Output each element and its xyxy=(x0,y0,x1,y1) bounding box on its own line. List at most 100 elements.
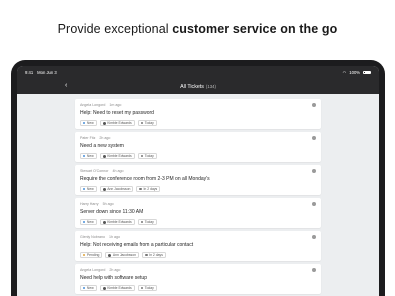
assignee-label: Kimble Edwards xyxy=(107,121,132,125)
ticket-subject: Need help with software setup xyxy=(80,275,147,281)
status-dot-icon xyxy=(83,187,86,191)
clock-icon xyxy=(140,121,144,125)
promo-text-prefix: Provide exceptional xyxy=(57,22,173,36)
battery-icon xyxy=(363,70,371,75)
status-tag: Pending xyxy=(80,252,103,258)
due-tag: Today xyxy=(137,153,157,159)
status-date: Mon Jun 3 xyxy=(37,70,57,75)
status-label: New xyxy=(86,121,94,125)
ticket-time: 1m ago xyxy=(109,103,122,107)
ticket-card[interactable]: Angela Longord 1m ago Help: Need to reset… xyxy=(75,99,321,129)
due-label: Today xyxy=(144,154,154,158)
ticket-card[interactable]: Stewart O'Connor 4h ago Require the confe… xyxy=(75,165,321,195)
ticket-card[interactable]: Harry Harry 5h ago Server down since 11:3… xyxy=(75,198,321,228)
status-dot-icon xyxy=(83,220,86,224)
assignee-label: Ann Jacobsson xyxy=(107,187,131,191)
status-label: Pending xyxy=(86,253,100,257)
status-tag: New xyxy=(80,153,97,159)
tablet-screen: 9:41 Mon Jun 3 ◠ 100% ‹ All Tickets (134… xyxy=(17,66,379,296)
clock-icon xyxy=(140,154,144,158)
ticket-time: 2h ago xyxy=(109,268,121,272)
clock-icon xyxy=(140,286,144,290)
ticket-requester: Angela Longord xyxy=(80,268,106,272)
assignee-tag: Ann Jacobsson xyxy=(99,186,134,192)
ticket-subject: Need a new system xyxy=(80,143,124,149)
clock-icon xyxy=(145,253,148,257)
ticket-subject: Require the conference room from 2-3 PM … xyxy=(80,176,210,182)
ticket-unread-dot xyxy=(312,235,316,239)
assignee-tag: Ann Jacobsson xyxy=(105,252,140,258)
clock-icon xyxy=(140,220,144,224)
ticket-time: 5h ago xyxy=(102,202,114,206)
ticket-requester: Glenly Nobrano xyxy=(80,235,105,239)
ticket-time: 4h ago xyxy=(112,169,124,173)
ticket-unread-dot xyxy=(312,169,316,173)
status-dot-icon xyxy=(83,154,86,158)
ticket-unread-dot xyxy=(312,268,316,272)
clock-icon xyxy=(139,187,142,191)
promo-text-bold: customer service on the go xyxy=(172,22,338,36)
assignee-label: Ann Jacobsson xyxy=(112,253,137,257)
due-label: Today xyxy=(144,220,154,224)
nav-title: All Tickets xyxy=(180,83,204,90)
assignee-tag: Kimble Edwards xyxy=(99,219,135,225)
status-tag: New xyxy=(80,120,97,126)
status-time: 9:41 xyxy=(25,70,34,75)
status-tag: New xyxy=(80,186,97,192)
assignee-tag: Kimble Edwards xyxy=(99,120,135,126)
ticket-subject: Help: Need to reset my password xyxy=(80,110,154,116)
nav-bar: ‹ All Tickets (134) xyxy=(17,79,379,94)
due-tag: Today xyxy=(137,219,157,225)
ticket-subject: Server down since 11:30 AM xyxy=(80,209,144,215)
status-label: New xyxy=(86,187,94,191)
ticket-requester: Harry Harry xyxy=(80,202,99,206)
due-label: Today xyxy=(144,286,154,290)
due-tag: In 2 days xyxy=(142,252,166,258)
ticket-count: (134) xyxy=(205,84,216,89)
avatar-icon xyxy=(102,121,106,125)
assignee-tag: Kimble Edwards xyxy=(99,153,135,159)
ticket-time: 2h ago xyxy=(99,136,111,140)
status-label: New xyxy=(86,154,94,158)
ticket-unread-dot xyxy=(312,136,316,140)
status-dot-icon xyxy=(83,121,86,125)
status-label: New xyxy=(86,286,94,290)
assignee-label: Kimble Edwards xyxy=(107,286,132,290)
ticket-unread-dot xyxy=(312,103,316,107)
ticket-card[interactable]: Angela Longord 2h ago Need help with soft… xyxy=(75,264,321,294)
tablet-device: 9:41 Mon Jun 3 ◠ 100% ‹ All Tickets (134… xyxy=(11,60,385,296)
status-tag: New xyxy=(80,285,97,291)
ticket-subject: Help: Not receiving emails from a partic… xyxy=(80,242,194,248)
status-dot-icon xyxy=(83,286,86,290)
ticket-list: Angela Longord 1m ago Help: Need to reset… xyxy=(17,94,379,294)
avatar-icon xyxy=(108,253,112,257)
due-tag: Today xyxy=(137,285,157,291)
avatar-icon xyxy=(102,154,106,158)
back-chevron-icon[interactable]: ‹ xyxy=(65,82,67,89)
avatar-icon xyxy=(102,220,106,224)
ticket-requester: Pater Fitz xyxy=(80,136,96,140)
wifi-icon: ◠ xyxy=(342,70,347,75)
status-bar: 9:41 Mon Jun 3 ◠ 100% xyxy=(17,66,379,79)
ticket-card[interactable]: Glenly Nobrano 1h ago Help: Not receiving… xyxy=(75,231,321,261)
due-tag: In 2 days xyxy=(136,186,161,192)
ticket-requester: Stewart O'Connor xyxy=(80,169,109,173)
assignee-label: Kimble Edwards xyxy=(107,220,132,224)
ticket-time: 1h ago xyxy=(108,235,120,239)
assignee-tag: Kimble Edwards xyxy=(99,285,135,291)
status-tag: New xyxy=(80,219,97,225)
due-label: Today xyxy=(144,121,154,125)
promo-headline: Provide exceptional customer service on … xyxy=(0,22,395,36)
due-tag: Today xyxy=(137,120,157,126)
status-label: New xyxy=(86,220,94,224)
ticket-unread-dot xyxy=(312,202,316,206)
status-dot-icon xyxy=(83,253,86,257)
avatar-icon xyxy=(102,187,106,191)
due-label: In 2 days xyxy=(143,187,158,191)
avatar-icon xyxy=(102,286,106,290)
due-label: In 2 days xyxy=(149,253,163,257)
battery-percent: 100% xyxy=(349,70,360,75)
assignee-label: Kimble Edwards xyxy=(107,154,132,158)
ticket-card[interactable]: Pater Fitz 2h ago Need a new system New K… xyxy=(75,132,321,162)
ticket-requester: Angela Longord xyxy=(80,103,106,107)
